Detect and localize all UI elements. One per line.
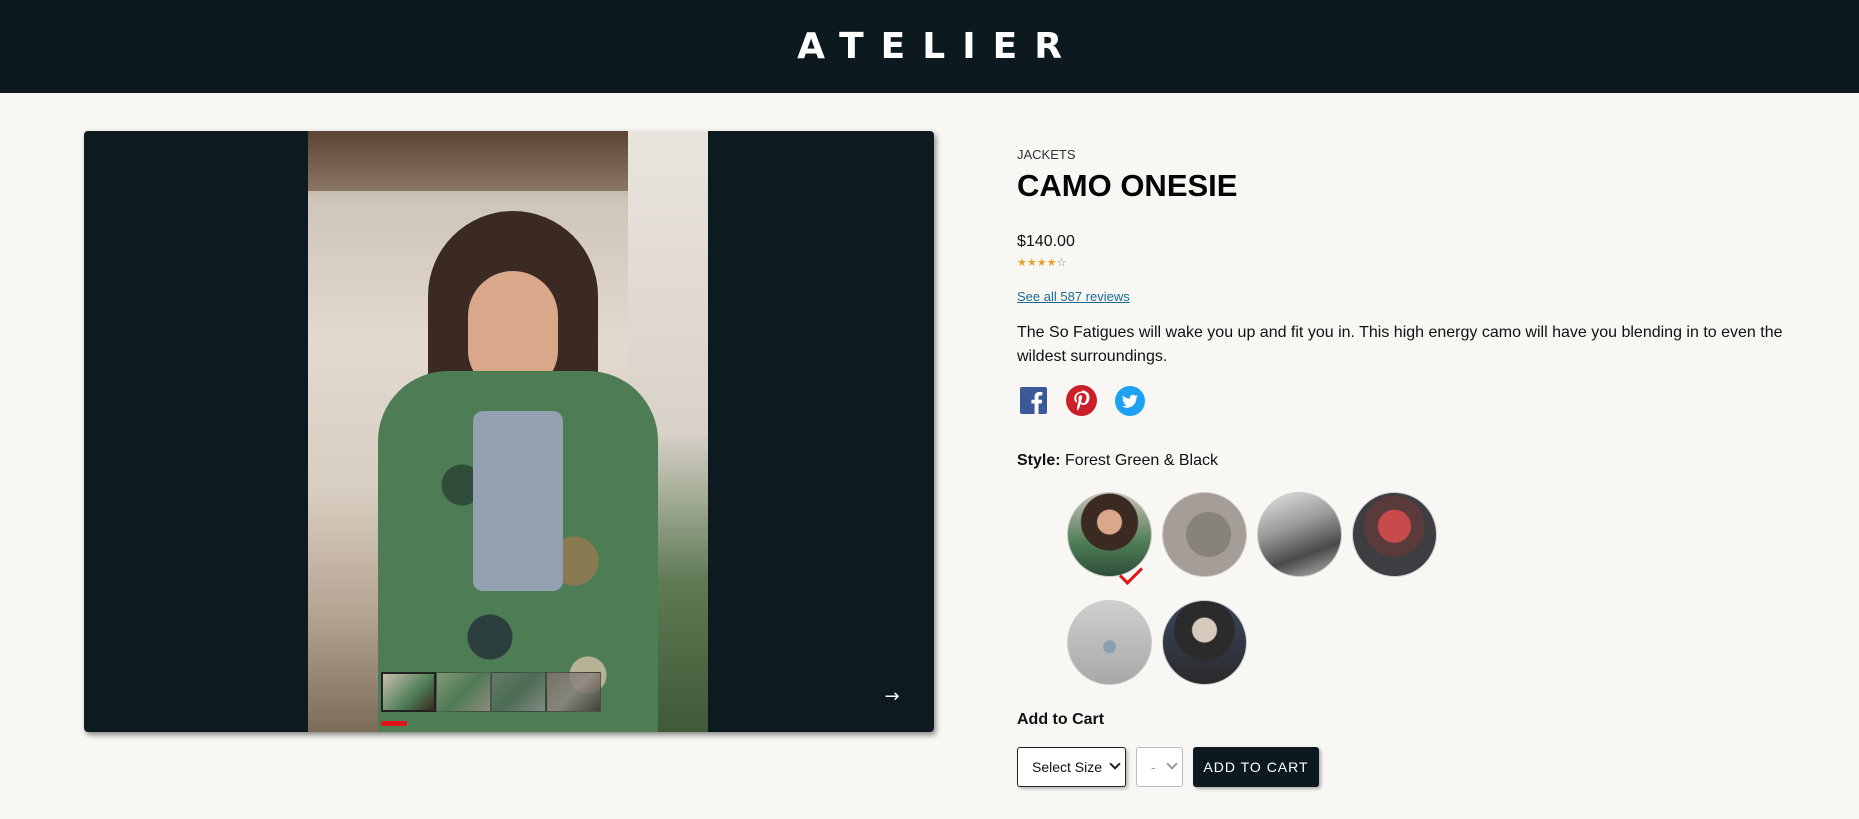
twitter-icon[interactable] [1114,385,1145,416]
facebook-icon[interactable] [1018,385,1049,416]
product-image-gallery: → [84,131,934,732]
site-header: ATELIER [0,0,1859,93]
product-title: CAMO ONESIE [1017,168,1238,203]
main-product-image[interactable] [308,131,708,732]
style-swatch[interactable] [1352,492,1437,577]
social-share [1018,385,1145,416]
chevron-down-icon [1109,758,1121,770]
arrow-right-icon[interactable]: → [880,685,904,709]
style-swatch-forest-green-black[interactable] [1067,492,1152,586]
rating-stars: ★★★★☆ [1017,256,1066,269]
see-reviews-link[interactable]: See all 587 reviews [1017,289,1130,304]
style-swatch[interactable] [1162,492,1247,577]
quantity-select-value: - [1151,759,1156,775]
star-icon-empty: ☆ [1056,256,1067,269]
add-to-cart-button[interactable]: ADD TO CART [1193,747,1319,787]
gallery-thumbnail[interactable] [381,672,436,712]
style-selector-label: Style: Forest Green & Black [1017,452,1218,470]
style-label: Style: [1017,452,1061,469]
gallery-thumbnail[interactable] [491,672,546,712]
quantity-select[interactable]: - [1136,747,1183,787]
chevron-down-icon [1166,758,1178,770]
style-swatch[interactable] [1067,600,1152,685]
gallery-thumbnail[interactable] [546,672,601,712]
pinterest-icon[interactable] [1066,385,1097,416]
size-select-value: Select Size [1032,759,1103,775]
product-category: JACKETS [1017,147,1076,162]
size-select[interactable]: Select Size [1017,747,1126,787]
product-price: $140.00 [1017,233,1075,250]
active-thumbnail-indicator [381,721,407,726]
gallery-thumbnail[interactable] [436,672,491,712]
add-to-cart-label: Add to Cart [1017,711,1105,728]
selected-check-icon [1118,560,1144,586]
style-value: Forest Green & Black [1065,452,1218,469]
site-logo[interactable]: ATELIER [780,26,1079,67]
product-description: The So Fatigues will wake you up and fit… [1017,324,1783,365]
style-swatch[interactable] [1257,492,1342,577]
star-icon-filled: ★★★★ [1017,256,1057,269]
style-swatch[interactable] [1162,600,1247,685]
gallery-thumbnails [381,672,601,712]
